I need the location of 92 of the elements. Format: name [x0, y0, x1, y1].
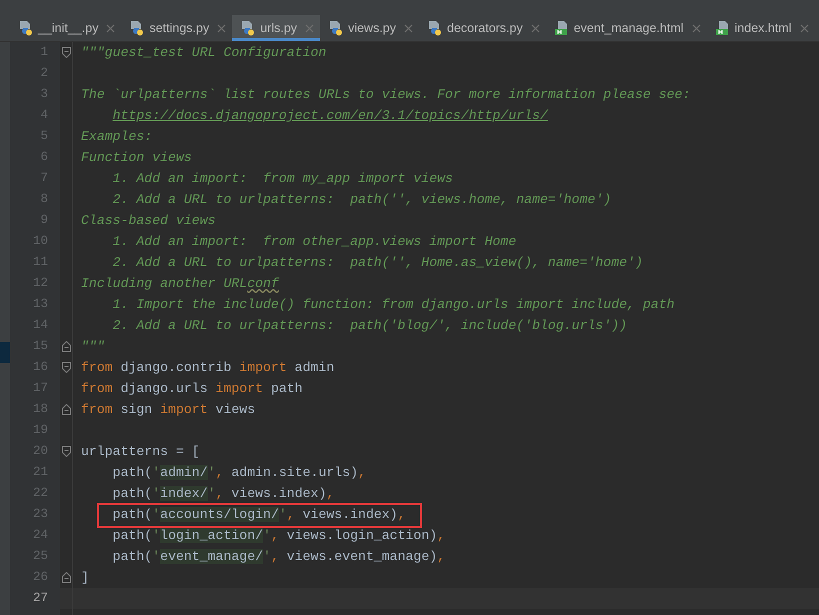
close-icon[interactable]: [404, 24, 413, 32]
comma: ,: [216, 486, 224, 501]
comma: ,: [437, 549, 446, 564]
fold-icon[interactable]: [62, 404, 70, 415]
close-icon[interactable]: [106, 24, 116, 32]
code-text: admin.site.urls): [230, 465, 358, 480]
file-tab[interactable]: event_manage.html: [546, 15, 707, 41]
quote-mark: ': [263, 528, 271, 543]
html-file-icon: [714, 20, 731, 36]
file-tab[interactable]: __init__.py: [10, 15, 122, 41]
comma: ,: [326, 486, 334, 501]
close-icon[interactable]: [530, 24, 540, 32]
quote-mark: ': [208, 486, 216, 501]
keyword: import: [160, 402, 208, 417]
code-text: path(: [112, 549, 152, 564]
quote-mark: ': [152, 528, 160, 543]
file-tab[interactable]: settings.py: [121, 15, 232, 41]
string-literal: index/: [160, 486, 208, 501]
comma: ,: [270, 549, 279, 564]
quote-mark: ': [152, 507, 160, 522]
close-icon[interactable]: [692, 24, 701, 32]
docstring-text: 1. Add an import: from other_app.views import Home: [112, 234, 516, 249]
code-text: views.event_manage): [286, 549, 438, 564]
docstring-text: 1. Import the include() function: from django.urls import include, path: [112, 297, 675, 312]
docstring-text: 2. Add a URL to urlpatterns: path('blog/', include('blog.urls')): [112, 318, 628, 333]
fold-icon[interactable]: [62, 362, 70, 373]
code-text: path(: [112, 465, 152, 480]
quote-mark: ': [208, 465, 216, 480]
file-tab[interactable]: index.html: [706, 15, 815, 41]
string-literal: admin/: [160, 465, 208, 480]
code-text: django.urls: [120, 381, 209, 396]
close-icon[interactable]: [800, 24, 809, 32]
comma: ,: [398, 507, 406, 522]
docstring-text: Function views: [81, 150, 192, 165]
docstring-text: """guest_test URL Configuration: [81, 45, 326, 60]
code-text: urlpatterns = [: [81, 444, 200, 459]
string-literal: event_manage/: [160, 549, 264, 564]
quote-mark: ': [278, 507, 287, 522]
url-link[interactable]: https://docs.djangoproject.com/en/3.1/topics/http/urls/: [112, 108, 548, 123]
code-text: path(: [112, 528, 152, 543]
comma: ,: [358, 465, 366, 480]
code-text: path: [270, 381, 303, 396]
file-tab[interactable]: views.py: [320, 15, 419, 41]
comma: ,: [270, 528, 279, 543]
fold-icon[interactable]: [62, 47, 70, 58]
quote-mark: ': [152, 465, 160, 480]
python-file-icon: [427, 20, 443, 36]
code-text: views.index): [302, 507, 398, 522]
python-file-icon: [18, 20, 34, 36]
docstring-text: 2. Add a URL to urlpatterns: path('', views.home, name='home'): [112, 192, 612, 207]
fold-icon[interactable]: [62, 446, 70, 457]
keyword: from: [81, 381, 113, 396]
code-text: django.contrib: [120, 360, 232, 375]
docstring-text: Class-based views: [81, 213, 216, 228]
python-file-icon: [240, 20, 256, 36]
python-file-icon: [328, 20, 344, 36]
code-text: views.index): [230, 486, 326, 501]
keyword: import: [239, 360, 287, 375]
close-icon[interactable]: [305, 24, 314, 32]
keyword: import: [216, 381, 264, 396]
string-literal: login_action/: [160, 528, 264, 543]
docstring-text: Including another URL: [81, 276, 248, 291]
string-literal: accounts/login/: [160, 507, 279, 522]
docstring-text: Examples:: [81, 129, 152, 144]
quote-mark: ': [152, 486, 160, 501]
file-tab[interactable]: urls.py: [232, 15, 320, 41]
docstring-text: 1. Add an import: from my_app import views: [112, 171, 453, 186]
fold-icon[interactable]: [62, 341, 70, 352]
close-icon[interactable]: [217, 24, 226, 32]
code-text: admin: [294, 360, 334, 375]
code-text: views.login_action): [286, 528, 438, 543]
quote-mark: ': [152, 549, 160, 564]
python-file-icon: [129, 20, 146, 36]
html-file-icon: [554, 20, 570, 36]
comma: ,: [286, 507, 295, 522]
keyword: from: [81, 360, 113, 375]
docstring-text: """: [81, 339, 105, 354]
code-text: ]: [81, 570, 89, 585]
docstring-text: 2. Add a URL to urlpatterns: path('', Home.as_view(), name='home'): [112, 255, 643, 270]
docstring-text: The `urlpatterns` list routes URLs to views. For more information please see:: [81, 87, 690, 102]
code-text: views: [214, 402, 256, 417]
comma: ,: [437, 528, 446, 543]
fold-icon[interactable]: [62, 572, 70, 583]
code-text: path(: [112, 507, 152, 522]
file-tab[interactable]: decorators.py: [419, 15, 546, 41]
selection-marker: [0, 342, 10, 363]
quote-mark: ': [263, 549, 271, 564]
code-text: sign: [120, 402, 154, 417]
comma: ,: [216, 465, 224, 480]
misspelled-word: conf: [247, 276, 279, 291]
code-text: path(: [112, 486, 152, 501]
keyword: from: [81, 402, 113, 417]
